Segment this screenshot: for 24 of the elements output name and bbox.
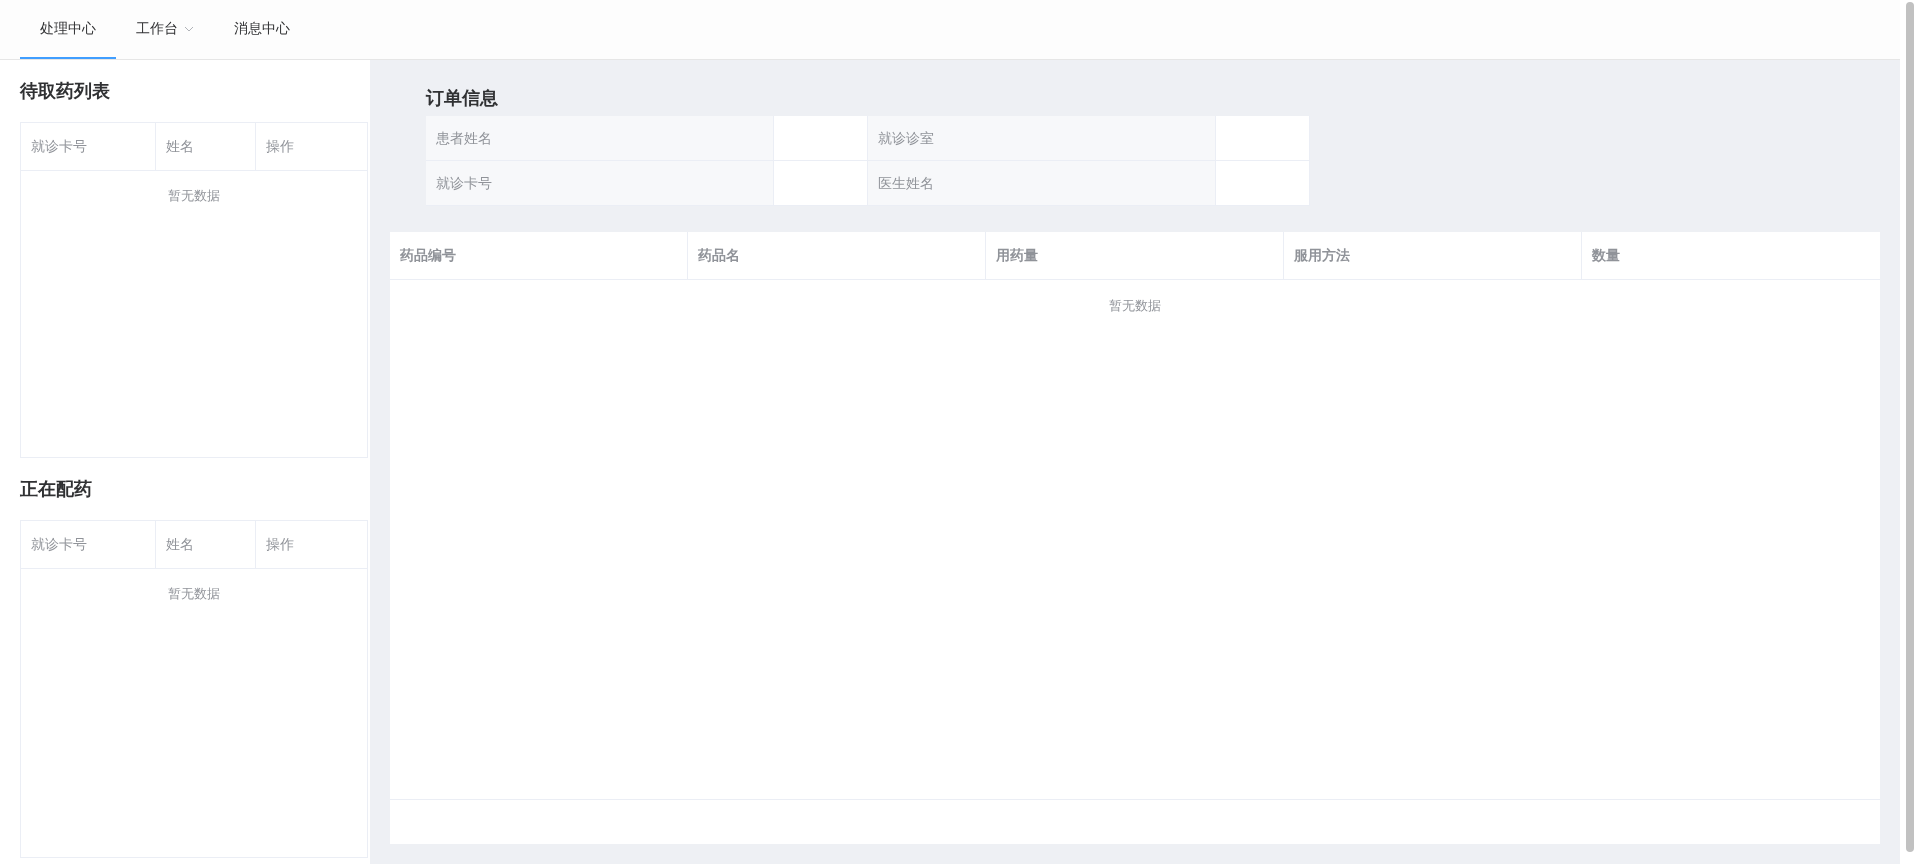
field-label: 医生姓名 bbox=[878, 173, 934, 193]
empty-text: 暂无数据 bbox=[1109, 297, 1161, 315]
empty-text: 暂无数据 bbox=[168, 585, 220, 604]
section-title: 订单信息 bbox=[426, 86, 499, 110]
scrollbar[interactable] bbox=[1906, 2, 1914, 852]
column-header: 操作 bbox=[265, 535, 295, 554]
column-header: 就诊卡号 bbox=[21, 521, 156, 568]
column-header: 姓名 bbox=[156, 123, 256, 170]
nav-tab[interactable]: 工作台 bbox=[116, 0, 214, 59]
column-header: 药品名 bbox=[688, 232, 986, 279]
field-label: 就诊诊室 bbox=[878, 128, 934, 148]
column-header: 药品编号 bbox=[390, 232, 688, 279]
section-title: 正在配药 bbox=[20, 477, 93, 501]
field-label: 就诊卡号 bbox=[436, 173, 492, 193]
section-title: 待取药列表 bbox=[20, 79, 111, 103]
field-label: 患者姓名 bbox=[436, 128, 492, 148]
column-header: 操作 bbox=[265, 137, 295, 156]
empty-text: 暂无数据 bbox=[168, 187, 220, 206]
column-header: 用药量 bbox=[986, 232, 1284, 279]
nav-tab[interactable]: 消息中心 bbox=[214, 0, 310, 59]
column-header: 就诊卡号 bbox=[21, 123, 156, 170]
column-header: 数量 bbox=[1591, 246, 1621, 265]
column-header: 姓名 bbox=[156, 521, 256, 568]
column-header: 服用方法 bbox=[1284, 232, 1582, 279]
